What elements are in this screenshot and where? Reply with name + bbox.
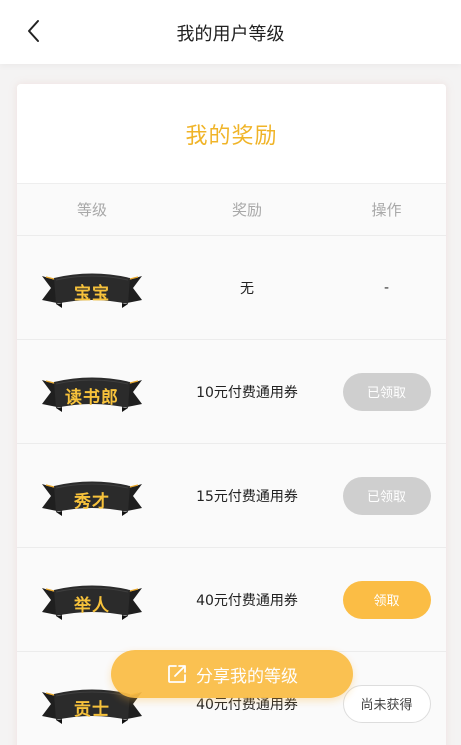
action-cell: 已领取 xyxy=(327,372,446,411)
ribbon-badge-icon: 读书郎 xyxy=(40,370,144,414)
ribbon-badge-icon: 举人 xyxy=(40,578,144,622)
level-name: 秀才 xyxy=(74,491,110,512)
column-header-level: 等级 xyxy=(76,201,107,219)
rewards-title: 我的奖励 xyxy=(185,123,278,149)
action-cell: 领取 xyxy=(327,580,446,619)
table-row: 宝宝 无 - xyxy=(17,236,446,340)
table-row: 举人 40元付费通用券 领取 xyxy=(17,548,446,652)
ribbon-badge-icon: 宝宝 xyxy=(40,266,144,310)
reward-text: 40元付费通用券 xyxy=(196,592,298,609)
received-button[interactable]: 已领取 xyxy=(342,476,431,515)
ribbon-badge-icon: 秀才 xyxy=(40,474,144,518)
not-obtained-button[interactable]: 尚未获得 xyxy=(342,684,431,723)
share-level-button[interactable]: 分享我的等级 xyxy=(111,650,353,698)
level-cell: 读书郎 xyxy=(17,370,167,414)
level-cell: 宝宝 xyxy=(17,266,167,310)
level-name: 宝宝 xyxy=(74,283,110,304)
action-cell: 已领取 xyxy=(327,476,446,515)
level-cell: 秀才 xyxy=(17,474,167,518)
level-cell: 举人 xyxy=(17,578,167,622)
column-header-reward: 奖励 xyxy=(231,201,262,219)
table-row: 读书郎 10元付费通用券 已领取 xyxy=(17,340,446,444)
share-label: 分享我的等级 xyxy=(196,666,298,687)
claim-button[interactable]: 领取 xyxy=(342,580,431,619)
level-name: 读书郎 xyxy=(65,387,119,408)
rewards-card-header: 我的奖励 xyxy=(17,84,446,184)
reward-text: 10元付费通用券 xyxy=(196,384,298,401)
share-icon xyxy=(166,663,188,685)
level-name: 举人 xyxy=(74,595,110,616)
no-action-text: - xyxy=(383,279,390,296)
reward-text: 无 xyxy=(240,280,254,297)
received-button[interactable]: 已领取 xyxy=(342,372,431,411)
reward-text: 15元付费通用券 xyxy=(196,488,298,505)
action-cell: - xyxy=(327,280,446,296)
rewards-card: 我的奖励 等级 奖励 操作 宝宝 无 - 读书郎 10元付费通用券 已领取 秀才… xyxy=(17,84,446,745)
table-row: 秀才 15元付费通用券 已领取 xyxy=(17,444,446,548)
column-header-action: 操作 xyxy=(371,201,402,219)
table-header: 等级 奖励 操作 xyxy=(17,184,446,236)
top-nav-bar: 我的用户等级 xyxy=(0,0,461,64)
level-name: 贡士 xyxy=(74,699,110,720)
page-title: 我的用户等级 xyxy=(176,24,285,45)
